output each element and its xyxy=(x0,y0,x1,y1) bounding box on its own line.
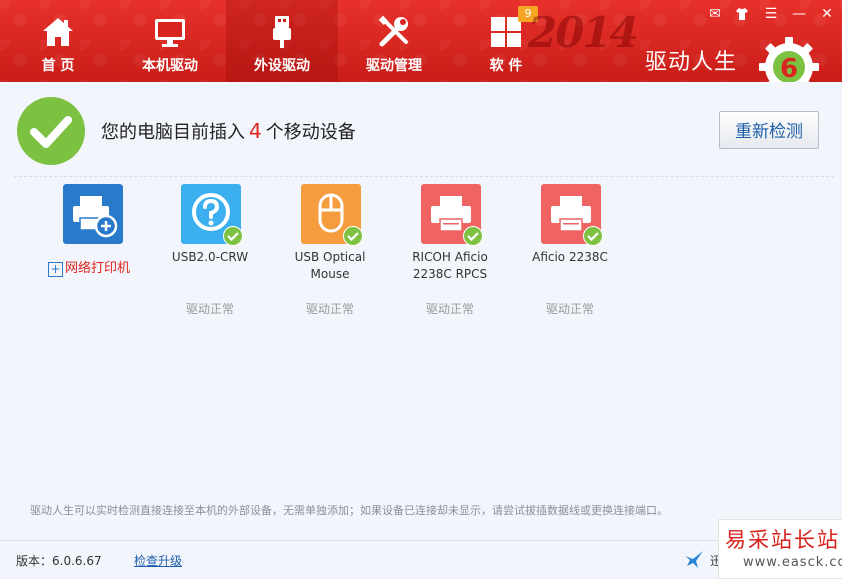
plus-icon: + xyxy=(48,262,63,277)
check-upgrade-link[interactable]: 检查升级 xyxy=(134,552,182,569)
help-tip: 驱动人生可以实时检测直接连接至本机的外部设备，无需单独添加；如果设备已连接却未显… xyxy=(30,504,668,517)
nav-driver-management-label: 驱动管理 xyxy=(366,58,422,74)
device-icon-mouse xyxy=(301,184,363,246)
device-status: 驱动正常 xyxy=(185,302,234,316)
device-status: 驱动正常 xyxy=(545,302,594,316)
menu-icon[interactable]: ☰ xyxy=(761,4,781,24)
device-status: 驱动正常 xyxy=(425,302,474,316)
device-icon-printer-rpcs xyxy=(421,184,483,246)
nav-home-label: 首 页 xyxy=(41,58,75,74)
device-status: 驱动正常 xyxy=(305,302,354,316)
rescan-button[interactable]: 重新检测 xyxy=(719,111,819,149)
device-name: RICOH Aficio 2238C RPCS xyxy=(390,249,510,283)
divider xyxy=(14,176,834,177)
device-icon-usb-crw xyxy=(181,184,243,246)
device-count-status: 您的电脑目前插入 4 个移动设备 xyxy=(101,118,356,144)
thunder-bird-icon[interactable] xyxy=(683,548,705,570)
device-name: Aficio 2238C xyxy=(510,249,630,266)
nav-local-driver-label: 本机驱动 xyxy=(142,58,198,74)
device-name: USB Optical Mouse xyxy=(270,249,390,283)
watermark-url: www.easck.com xyxy=(743,555,842,570)
ok-check-icon xyxy=(343,226,363,246)
add-printer-icon xyxy=(63,184,123,244)
watermark-title: 易采站长站 xyxy=(725,528,840,552)
header-bar: 首 页 本机驱动 外设驱动 驱动管理 软 件 9 2014 驱动人生 6 ✉ ☰… xyxy=(0,0,842,82)
nav-peripheral-driver[interactable]: 外设驱动 xyxy=(226,0,338,82)
add-printer-link[interactable]: + 网络打印机 xyxy=(48,257,130,277)
minimize-icon[interactable]: — xyxy=(789,4,809,24)
nav-home[interactable]: 首 页 xyxy=(2,0,114,82)
status-suffix: 个移动设备 xyxy=(265,122,356,143)
home-icon xyxy=(43,18,73,46)
nav-software-label: 软 件 xyxy=(489,58,523,74)
status-prefix: 您的电脑目前插入 xyxy=(101,122,245,143)
shirt-shape xyxy=(736,8,748,20)
version-label: 版本：6.0.6.67 xyxy=(16,554,102,568)
ok-check-icon xyxy=(223,226,243,246)
device-name-line2: 2238C RPCS xyxy=(412,267,488,281)
ok-check-icon xyxy=(583,226,603,246)
message-icon[interactable]: ✉ xyxy=(705,4,725,24)
device-count: 4 xyxy=(249,119,262,143)
shirt-icon[interactable] xyxy=(732,4,752,24)
device-name: USB2.0-CRW xyxy=(150,249,270,266)
nav-local-driver[interactable]: 本机驱动 xyxy=(114,0,226,82)
close-icon[interactable]: ✕ xyxy=(817,4,837,24)
tools-icon xyxy=(378,15,408,47)
check-circle-icon xyxy=(17,97,85,165)
device-icon-printer xyxy=(541,184,603,246)
nav-driver-management[interactable]: 驱动管理 xyxy=(338,0,450,82)
brand-name: 驱动人生 xyxy=(645,50,738,75)
logo-digit: 6 xyxy=(780,54,798,82)
add-printer-label: 网络打印机 xyxy=(65,261,131,276)
device-name-line1: RICOH Aficio xyxy=(412,250,488,264)
footer-bar: 版本：6.0.6.67 检查升级 迅 xyxy=(0,540,842,578)
device-name-line1: USB Optical xyxy=(294,250,366,264)
monitor-icon xyxy=(155,19,185,47)
brand-logo-icon: 6 xyxy=(759,37,819,82)
device-name-line2: Mouse xyxy=(310,267,350,281)
main-panel: 您的电脑目前插入 4 个移动设备 重新检测 + 网络打印机 USB2.0-CRW… xyxy=(0,82,842,540)
device-name-line1: Aficio 2238C xyxy=(532,250,608,264)
device-name-line1: USB2.0-CRW xyxy=(171,250,249,264)
year-2014-art: 2014 xyxy=(528,8,639,57)
usb-icon xyxy=(273,16,291,48)
nav-peripheral-driver-label: 外设驱动 xyxy=(254,58,310,74)
ok-check-icon xyxy=(463,226,483,246)
site-watermark: 易采站长站 www.easck.com xyxy=(718,519,842,579)
